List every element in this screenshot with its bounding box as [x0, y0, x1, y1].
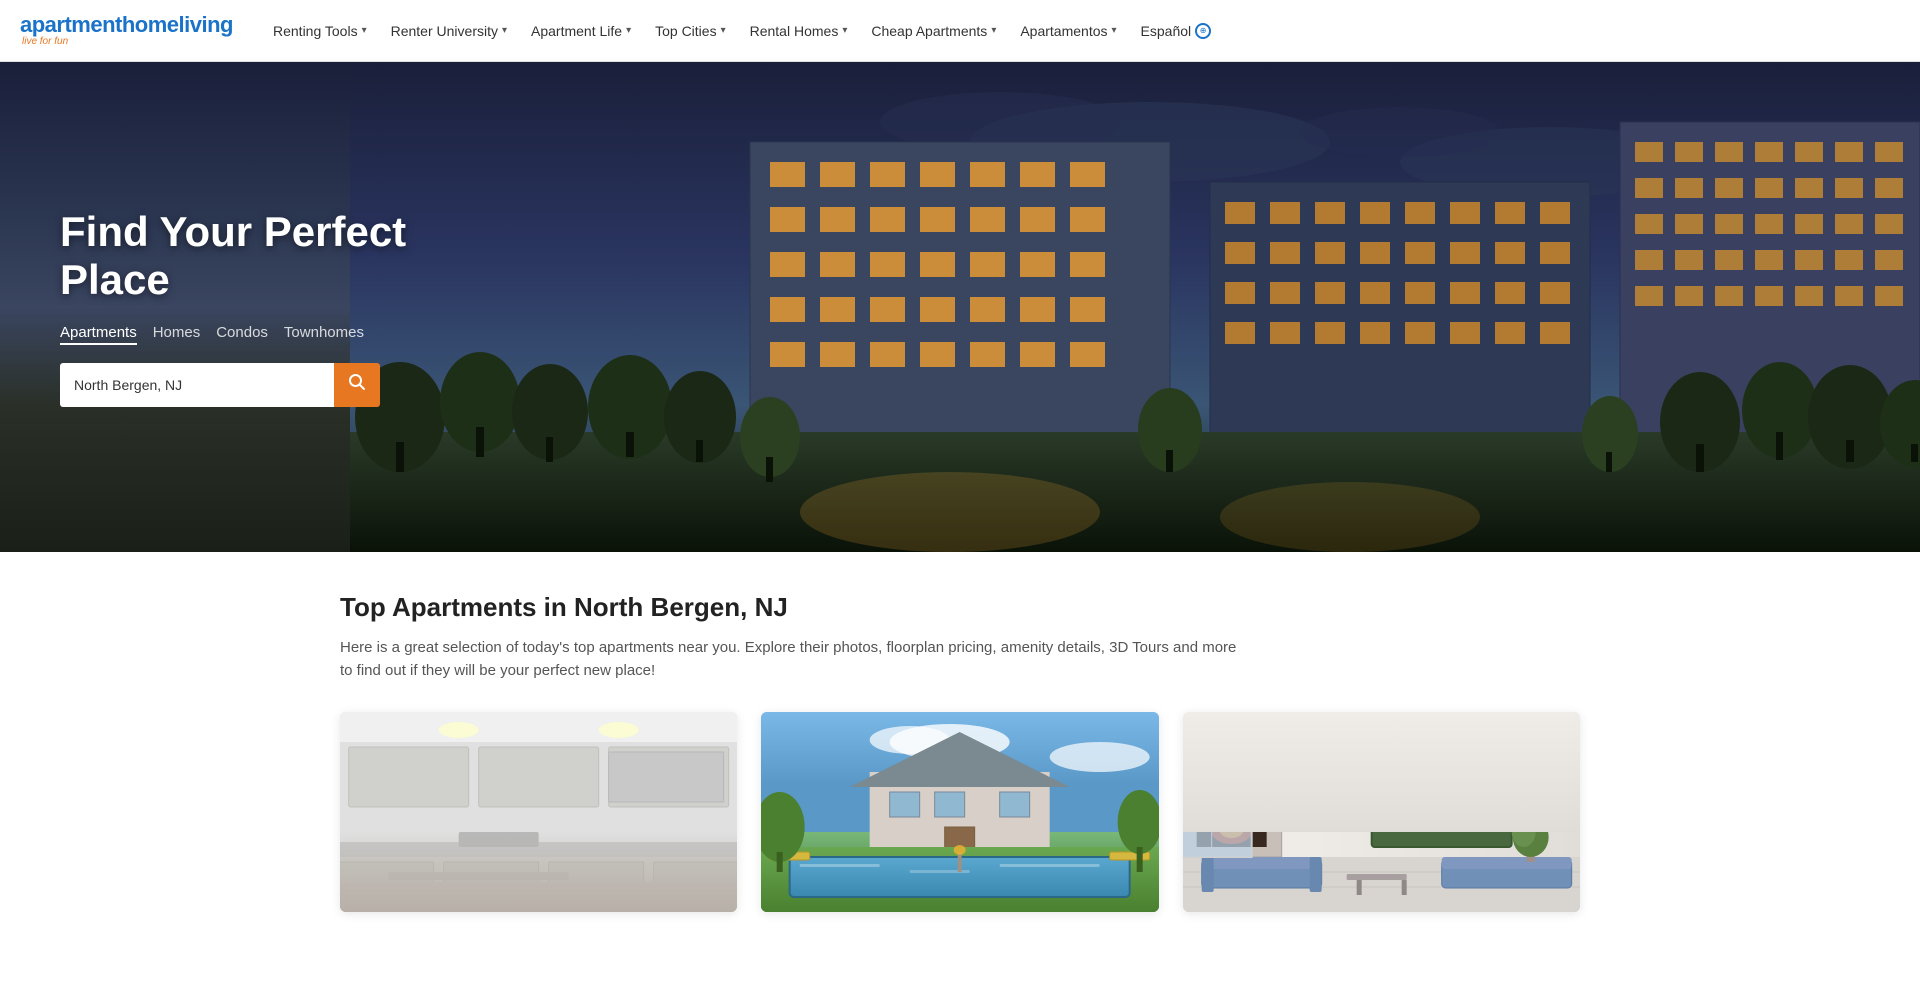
apartment-image-3 — [1183, 712, 1580, 912]
nav-apartamentos[interactable]: Apartamentos ▾ — [1010, 17, 1126, 45]
chevron-down-icon: ▾ — [991, 25, 996, 36]
section-title: Top Apartments in North Bergen, NJ — [340, 592, 1580, 623]
tab-apartments[interactable]: Apartments — [60, 324, 137, 345]
search-form — [60, 363, 380, 407]
apartment-card-3[interactable] — [1183, 712, 1580, 912]
nav-top-cities[interactable]: Top Cities ▾ — [645, 17, 736, 45]
search-button[interactable] — [334, 363, 380, 407]
tab-homes[interactable]: Homes — [153, 324, 201, 345]
hero-title: Find Your Perfect Place — [60, 208, 520, 304]
chevron-down-icon: ▾ — [842, 25, 847, 36]
chevron-down-icon: ▾ — [362, 25, 367, 36]
main-content: Top Apartments in North Bergen, NJ Here … — [320, 552, 1600, 952]
search-icon — [348, 373, 366, 396]
nav-renter-university[interactable]: Renter University ▾ — [381, 17, 517, 45]
logo-text-living: living — [179, 12, 233, 37]
chevron-down-icon: ▾ — [1112, 25, 1117, 36]
nav-cheap-apartments[interactable]: Cheap Apartments ▾ — [861, 17, 1006, 45]
logo-text-home: home — [122, 12, 179, 37]
tab-townhomes[interactable]: Townhomes — [284, 324, 364, 345]
apartment-card-2[interactable] — [761, 712, 1158, 912]
tab-condos[interactable]: Condos — [216, 324, 268, 345]
header: apartmenthomeliving live for fun Renting… — [0, 0, 1920, 62]
hero-content: Find Your Perfect Place Apartments Homes… — [0, 62, 580, 552]
globe-icon: ⊕ — [1195, 23, 1211, 39]
search-input[interactable] — [60, 363, 334, 407]
nav-rental-homes[interactable]: Rental Homes ▾ — [740, 17, 858, 45]
hero-tabs: Apartments Homes Condos Townhomes — [60, 324, 520, 345]
nav-espanol[interactable]: Español ⊕ — [1131, 17, 1222, 45]
apartment-card-1[interactable] — [340, 712, 737, 912]
chevron-down-icon: ▾ — [721, 25, 726, 36]
chevron-down-icon: ▾ — [502, 25, 507, 36]
logo-text-apartment: apartment — [20, 12, 122, 37]
apartment-image-1 — [340, 712, 737, 912]
main-nav: Renting Tools ▾ Renter University ▾ Apar… — [263, 17, 1221, 45]
chevron-down-icon: ▾ — [626, 25, 631, 36]
nav-apartment-life[interactable]: Apartment Life ▾ — [521, 17, 641, 45]
logo-tagline: live for fun — [20, 37, 233, 47]
logo[interactable]: apartmenthomeliving live for fun — [20, 14, 233, 47]
apartments-grid — [340, 712, 1580, 912]
hero-section: Find Your Perfect Place Apartments Homes… — [0, 62, 1920, 552]
hero-buildings-svg — [350, 62, 1920, 552]
section-description: Here is a great selection of today's top… — [340, 637, 1240, 682]
nav-renting-tools[interactable]: Renting Tools ▾ — [263, 17, 377, 45]
apartment-image-2 — [761, 712, 1158, 912]
